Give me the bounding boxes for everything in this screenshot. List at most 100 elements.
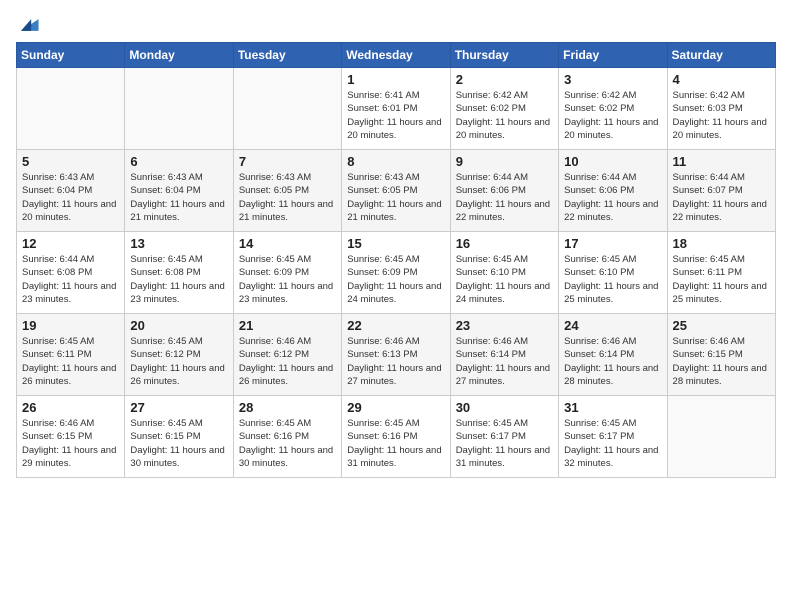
weekday-header-sunday: Sunday	[17, 43, 125, 68]
day-info: Sunrise: 6:42 AM Sunset: 6:02 PM Dayligh…	[564, 89, 661, 142]
calendar-cell	[667, 396, 775, 478]
day-number: 14	[239, 236, 336, 251]
calendar-cell	[17, 68, 125, 150]
day-number: 11	[673, 154, 770, 169]
day-info: Sunrise: 6:43 AM Sunset: 6:05 PM Dayligh…	[239, 171, 336, 224]
calendar-cell: 7 Sunrise: 6:43 AM Sunset: 6:05 PM Daylig…	[233, 150, 341, 232]
calendar-cell	[233, 68, 341, 150]
calendar-cell: 6 Sunrise: 6:43 AM Sunset: 6:04 PM Daylig…	[125, 150, 233, 232]
day-number: 6	[130, 154, 227, 169]
logo-icon	[18, 14, 40, 36]
day-number: 21	[239, 318, 336, 333]
calendar-cell: 15 Sunrise: 6:45 AM Sunset: 6:09 PM Dayli…	[342, 232, 450, 314]
day-number: 19	[22, 318, 119, 333]
calendar-cell	[125, 68, 233, 150]
day-info: Sunrise: 6:45 AM Sunset: 6:17 PM Dayligh…	[456, 417, 553, 470]
day-info: Sunrise: 6:45 AM Sunset: 6:08 PM Dayligh…	[130, 253, 227, 306]
header	[16, 10, 776, 36]
day-info: Sunrise: 6:46 AM Sunset: 6:14 PM Dayligh…	[564, 335, 661, 388]
day-number: 8	[347, 154, 444, 169]
calendar-cell: 29Sunrise: 6:45 AM Sunset: 6:16 PM Dayli…	[342, 396, 450, 478]
calendar-cell: 12 Sunrise: 6:44 AM Sunset: 6:08 PM Dayli…	[17, 232, 125, 314]
calendar-cell: 17Sunrise: 6:45 AM Sunset: 6:10 PM Dayli…	[559, 232, 667, 314]
day-number: 22	[347, 318, 444, 333]
weekday-header-friday: Friday	[559, 43, 667, 68]
calendar-cell: 31Sunrise: 6:45 AM Sunset: 6:17 PM Dayli…	[559, 396, 667, 478]
day-number: 24	[564, 318, 661, 333]
week-row-4: 19 Sunrise: 6:45 AM Sunset: 6:11 PM Dayli…	[17, 314, 776, 396]
calendar-cell: 4 Sunrise: 6:42 AM Sunset: 6:03 PM Daylig…	[667, 68, 775, 150]
day-info: Sunrise: 6:46 AM Sunset: 6:15 PM Dayligh…	[22, 417, 119, 470]
day-number: 23	[456, 318, 553, 333]
day-info: Sunrise: 6:45 AM Sunset: 6:11 PM Dayligh…	[673, 253, 770, 306]
day-info: Sunrise: 6:43 AM Sunset: 6:04 PM Dayligh…	[130, 171, 227, 224]
calendar-cell: 20 Sunrise: 6:45 AM Sunset: 6:12 PM Dayli…	[125, 314, 233, 396]
week-row-5: 26 Sunrise: 6:46 AM Sunset: 6:15 PM Dayli…	[17, 396, 776, 478]
calendar-cell: 2 Sunrise: 6:42 AM Sunset: 6:02 PM Daylig…	[450, 68, 558, 150]
day-number: 10	[564, 154, 661, 169]
page: SundayMondayTuesdayWednesdayThursdayFrid…	[0, 0, 792, 612]
day-number: 26	[22, 400, 119, 415]
calendar-cell: 5Sunrise: 6:43 AM Sunset: 6:04 PM Daylig…	[17, 150, 125, 232]
day-number: 15	[347, 236, 444, 251]
weekday-header-monday: Monday	[125, 43, 233, 68]
day-number: 16	[456, 236, 553, 251]
day-info: Sunrise: 6:43 AM Sunset: 6:05 PM Dayligh…	[347, 171, 444, 224]
calendar-cell: 14 Sunrise: 6:45 AM Sunset: 6:09 PM Dayli…	[233, 232, 341, 314]
day-info: Sunrise: 6:45 AM Sunset: 6:16 PM Dayligh…	[347, 417, 444, 470]
day-info: Sunrise: 6:45 AM Sunset: 6:11 PM Dayligh…	[22, 335, 119, 388]
day-info: Sunrise: 6:45 AM Sunset: 6:09 PM Dayligh…	[347, 253, 444, 306]
week-row-3: 12 Sunrise: 6:44 AM Sunset: 6:08 PM Dayli…	[17, 232, 776, 314]
day-info: Sunrise: 6:42 AM Sunset: 6:02 PM Dayligh…	[456, 89, 553, 142]
calendar-cell: 27 Sunrise: 6:45 AM Sunset: 6:15 PM Dayli…	[125, 396, 233, 478]
day-info: Sunrise: 6:45 AM Sunset: 6:09 PM Dayligh…	[239, 253, 336, 306]
day-info: Sunrise: 6:45 AM Sunset: 6:10 PM Dayligh…	[564, 253, 661, 306]
day-info: Sunrise: 6:44 AM Sunset: 6:08 PM Dayligh…	[22, 253, 119, 306]
day-info: Sunrise: 6:45 AM Sunset: 6:17 PM Dayligh…	[564, 417, 661, 470]
calendar-cell: 1Sunrise: 6:41 AM Sunset: 6:01 PM Daylig…	[342, 68, 450, 150]
calendar-cell: 11 Sunrise: 6:44 AM Sunset: 6:07 PM Dayli…	[667, 150, 775, 232]
weekday-header-wednesday: Wednesday	[342, 43, 450, 68]
week-row-1: 1Sunrise: 6:41 AM Sunset: 6:01 PM Daylig…	[17, 68, 776, 150]
weekday-header-thursday: Thursday	[450, 43, 558, 68]
calendar-cell: 25Sunrise: 6:46 AM Sunset: 6:15 PM Dayli…	[667, 314, 775, 396]
day-number: 3	[564, 72, 661, 87]
day-info: Sunrise: 6:44 AM Sunset: 6:07 PM Dayligh…	[673, 171, 770, 224]
day-info: Sunrise: 6:42 AM Sunset: 6:03 PM Dayligh…	[673, 89, 770, 142]
calendar-cell: 22Sunrise: 6:46 AM Sunset: 6:13 PM Dayli…	[342, 314, 450, 396]
day-number: 2	[456, 72, 553, 87]
logo	[16, 14, 40, 36]
calendar-cell: 10Sunrise: 6:44 AM Sunset: 6:06 PM Dayli…	[559, 150, 667, 232]
day-number: 20	[130, 318, 227, 333]
day-info: Sunrise: 6:45 AM Sunset: 6:15 PM Dayligh…	[130, 417, 227, 470]
day-number: 4	[673, 72, 770, 87]
day-info: Sunrise: 6:46 AM Sunset: 6:12 PM Dayligh…	[239, 335, 336, 388]
day-info: Sunrise: 6:41 AM Sunset: 6:01 PM Dayligh…	[347, 89, 444, 142]
weekday-header-row: SundayMondayTuesdayWednesdayThursdayFrid…	[17, 43, 776, 68]
day-number: 12	[22, 236, 119, 251]
day-number: 9	[456, 154, 553, 169]
day-info: Sunrise: 6:44 AM Sunset: 6:06 PM Dayligh…	[456, 171, 553, 224]
day-info: Sunrise: 6:45 AM Sunset: 6:10 PM Dayligh…	[456, 253, 553, 306]
day-number: 13	[130, 236, 227, 251]
day-number: 28	[239, 400, 336, 415]
calendar-cell: 23 Sunrise: 6:46 AM Sunset: 6:14 PM Dayli…	[450, 314, 558, 396]
day-info: Sunrise: 6:46 AM Sunset: 6:14 PM Dayligh…	[456, 335, 553, 388]
calendar-cell: 28 Sunrise: 6:45 AM Sunset: 6:16 PM Dayli…	[233, 396, 341, 478]
calendar-cell: 19 Sunrise: 6:45 AM Sunset: 6:11 PM Dayli…	[17, 314, 125, 396]
calendar-cell: 26 Sunrise: 6:46 AM Sunset: 6:15 PM Dayli…	[17, 396, 125, 478]
day-number: 7	[239, 154, 336, 169]
day-info: Sunrise: 6:45 AM Sunset: 6:12 PM Dayligh…	[130, 335, 227, 388]
calendar-cell: 21 Sunrise: 6:46 AM Sunset: 6:12 PM Dayli…	[233, 314, 341, 396]
weekday-header-tuesday: Tuesday	[233, 43, 341, 68]
week-row-2: 5 Sunrise: 6:43 AM Sunset: 6:04 PM Daylig…	[17, 150, 776, 232]
weekday-header-saturday: Saturday	[667, 43, 775, 68]
calendar-cell: 8 Sunrise: 6:43 AM Sunset: 6:05 PM Daylig…	[342, 150, 450, 232]
day-number: 30	[456, 400, 553, 415]
calendar-cell: 16 Sunrise: 6:45 AM Sunset: 6:10 PM Dayli…	[450, 232, 558, 314]
day-info: Sunrise: 6:46 AM Sunset: 6:15 PM Dayligh…	[673, 335, 770, 388]
day-info: Sunrise: 6:45 AM Sunset: 6:16 PM Dayligh…	[239, 417, 336, 470]
calendar-cell: 3 Sunrise: 6:42 AM Sunset: 6:02 PM Daylig…	[559, 68, 667, 150]
day-number: 5	[22, 154, 119, 169]
day-number: 27	[130, 400, 227, 415]
